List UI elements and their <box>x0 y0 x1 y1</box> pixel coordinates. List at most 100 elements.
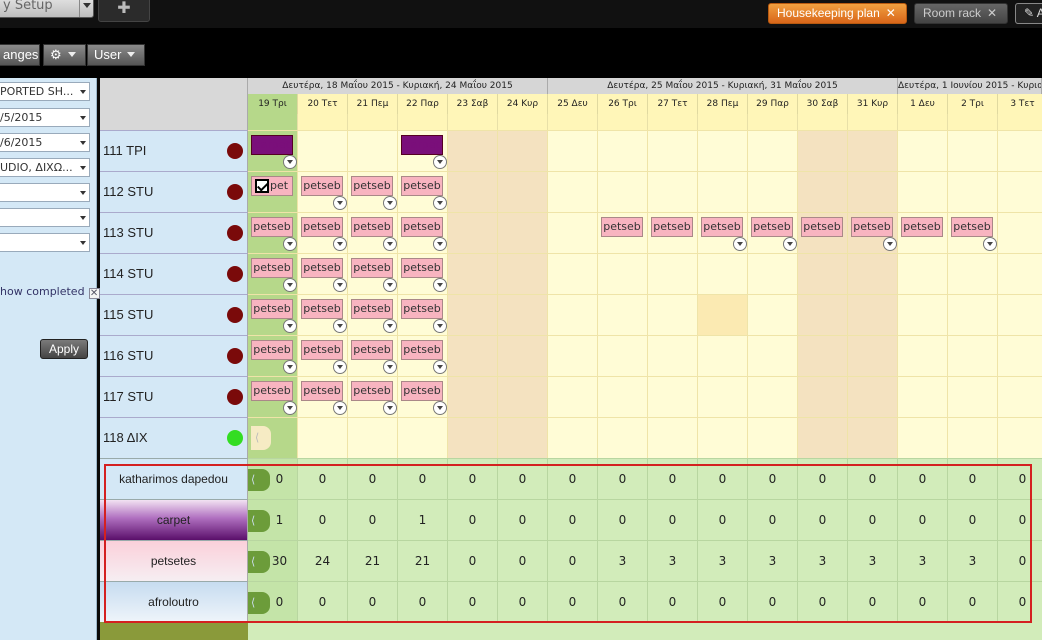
schedule-cell[interactable] <box>998 212 1042 253</box>
schedule-cell[interactable] <box>748 253 798 294</box>
schedule-cell[interactable] <box>648 376 698 417</box>
task-chip[interactable]: petseb <box>351 299 393 319</box>
schedule-cell[interactable] <box>548 376 598 417</box>
task-chip[interactable]: petseb <box>401 299 443 319</box>
room-label[interactable]: 115 STU <box>100 294 248 335</box>
schedule-cell[interactable] <box>848 253 898 294</box>
filter-select-6[interactable] <box>0 208 90 227</box>
task-chip[interactable]: petseb <box>251 258 293 278</box>
schedule-cell[interactable]: petseb <box>398 212 448 253</box>
schedule-cell[interactable] <box>898 253 948 294</box>
schedule-cell[interactable] <box>448 212 498 253</box>
schedule-cell[interactable] <box>498 417 548 458</box>
chevron-down-icon[interactable] <box>283 237 297 251</box>
task-chip[interactable]: petseb <box>401 217 443 237</box>
schedule-cell[interactable] <box>948 376 998 417</box>
task-chip[interactable]: petseb <box>301 340 343 360</box>
task-chip[interactable]: petseb <box>251 381 293 401</box>
schedule-cell[interactable] <box>748 294 798 335</box>
task-chip[interactable]: petseb <box>751 217 793 237</box>
chevron-down-icon[interactable] <box>283 401 297 415</box>
schedule-cell[interactable] <box>298 417 348 458</box>
schedule-cell[interactable] <box>998 171 1042 212</box>
task-chip[interactable]: petseb <box>401 381 443 401</box>
schedule-cell[interactable] <box>948 294 998 335</box>
schedule-cell[interactable] <box>698 171 748 212</box>
schedule-cell[interactable]: petseb <box>348 376 398 417</box>
chevron-down-icon[interactable] <box>383 196 397 210</box>
schedule-cell[interactable]: petseb <box>398 294 448 335</box>
schedule-cell[interactable] <box>948 417 998 458</box>
task-chip[interactable]: petseb <box>851 217 893 237</box>
filter-room-types[interactable]: PORTED SH... <box>0 82 90 101</box>
task-chip[interactable]: petseb <box>301 381 343 401</box>
schedule-cell[interactable] <box>548 171 598 212</box>
schedule-cell[interactable] <box>698 253 748 294</box>
schedule-cell[interactable] <box>648 253 698 294</box>
chevron-down-icon[interactable] <box>383 237 397 251</box>
schedule-cell[interactable]: petseb <box>948 212 998 253</box>
schedule-cell[interactable]: petseb <box>298 171 348 212</box>
schedule-cell[interactable] <box>598 130 648 171</box>
chevron-down-icon[interactable] <box>333 237 347 251</box>
room-label[interactable]: 111 ΤΡΙ <box>100 130 248 171</box>
schedule-cell[interactable]: petseb <box>248 253 298 294</box>
task-chip[interactable]: petseb <box>951 217 993 237</box>
task-chip[interactable]: petseb <box>401 176 443 196</box>
schedule-cell[interactable]: petseb <box>248 335 298 376</box>
schedule-cell[interactable]: petseb <box>298 253 348 294</box>
schedule-cell[interactable]: petseb <box>248 212 298 253</box>
schedule-cell[interactable] <box>748 417 798 458</box>
schedule-cell[interactable] <box>598 335 648 376</box>
schedule-cell[interactable] <box>398 417 448 458</box>
chevron-down-icon[interactable] <box>733 237 747 251</box>
schedule-cell[interactable] <box>748 376 798 417</box>
schedule-cell[interactable]: petseb <box>748 212 798 253</box>
schedule-cell[interactable]: petseb <box>898 212 948 253</box>
schedule-cell[interactable] <box>348 417 398 458</box>
schedule-cell[interactable] <box>848 171 898 212</box>
schedule-cell[interactable] <box>848 130 898 171</box>
filter-select-5[interactable] <box>0 183 90 202</box>
schedule-cell[interactable] <box>998 376 1042 417</box>
task-chip[interactable]: petseb <box>401 340 443 360</box>
schedule-cell[interactable]: petseb <box>648 212 698 253</box>
chevron-down-icon[interactable] <box>283 278 297 292</box>
close-icon[interactable]: ✕ <box>987 6 997 20</box>
task-chip[interactable]: petseb <box>301 176 343 196</box>
schedule-cell[interactable]: petseb <box>798 212 848 253</box>
schedule-cell[interactable] <box>548 212 598 253</box>
schedule-cell[interactable]: petseb <box>598 212 648 253</box>
schedule-cell[interactable] <box>448 335 498 376</box>
schedule-cell[interactable] <box>498 376 548 417</box>
schedule-cell[interactable] <box>698 417 748 458</box>
schedule-cell[interactable]: petseb <box>348 294 398 335</box>
schedule-cell[interactable]: petseb <box>298 212 348 253</box>
schedule-cell[interactable] <box>498 253 548 294</box>
schedule-cell[interactable] <box>898 417 948 458</box>
schedule-cell[interactable] <box>798 417 848 458</box>
task-chip[interactable]: petseb <box>301 299 343 319</box>
checkbox-checked-icon[interactable] <box>255 179 269 193</box>
chevron-down-icon[interactable] <box>333 401 347 415</box>
schedule-cell[interactable] <box>498 130 548 171</box>
chevron-down-icon[interactable] <box>283 360 297 374</box>
schedule-cell[interactable] <box>798 376 848 417</box>
task-chip[interactable]: petseb <box>251 217 293 237</box>
schedule-cell[interactable] <box>648 417 698 458</box>
chevron-down-icon[interactable] <box>433 401 447 415</box>
schedule-cell[interactable] <box>848 417 898 458</box>
slot-handle-icon[interactable]: ⟨ <box>248 510 270 532</box>
task-chip[interactable]: pet <box>251 176 293 196</box>
task-chip[interactable]: petseb <box>351 258 393 278</box>
chevron-down-icon[interactable] <box>983 237 997 251</box>
task-chip[interactable]: petseb <box>401 258 443 278</box>
schedule-cell[interactable] <box>848 376 898 417</box>
schedule-cell[interactable] <box>648 335 698 376</box>
task-chip[interactable]: petseb <box>301 258 343 278</box>
room-label[interactable]: 113 STU <box>100 212 248 253</box>
user-button[interactable]: User <box>87 44 145 66</box>
schedule-cell[interactable]: carpet <box>398 130 448 171</box>
schedule-cell[interactable] <box>798 335 848 376</box>
schedule-cell[interactable] <box>548 253 598 294</box>
